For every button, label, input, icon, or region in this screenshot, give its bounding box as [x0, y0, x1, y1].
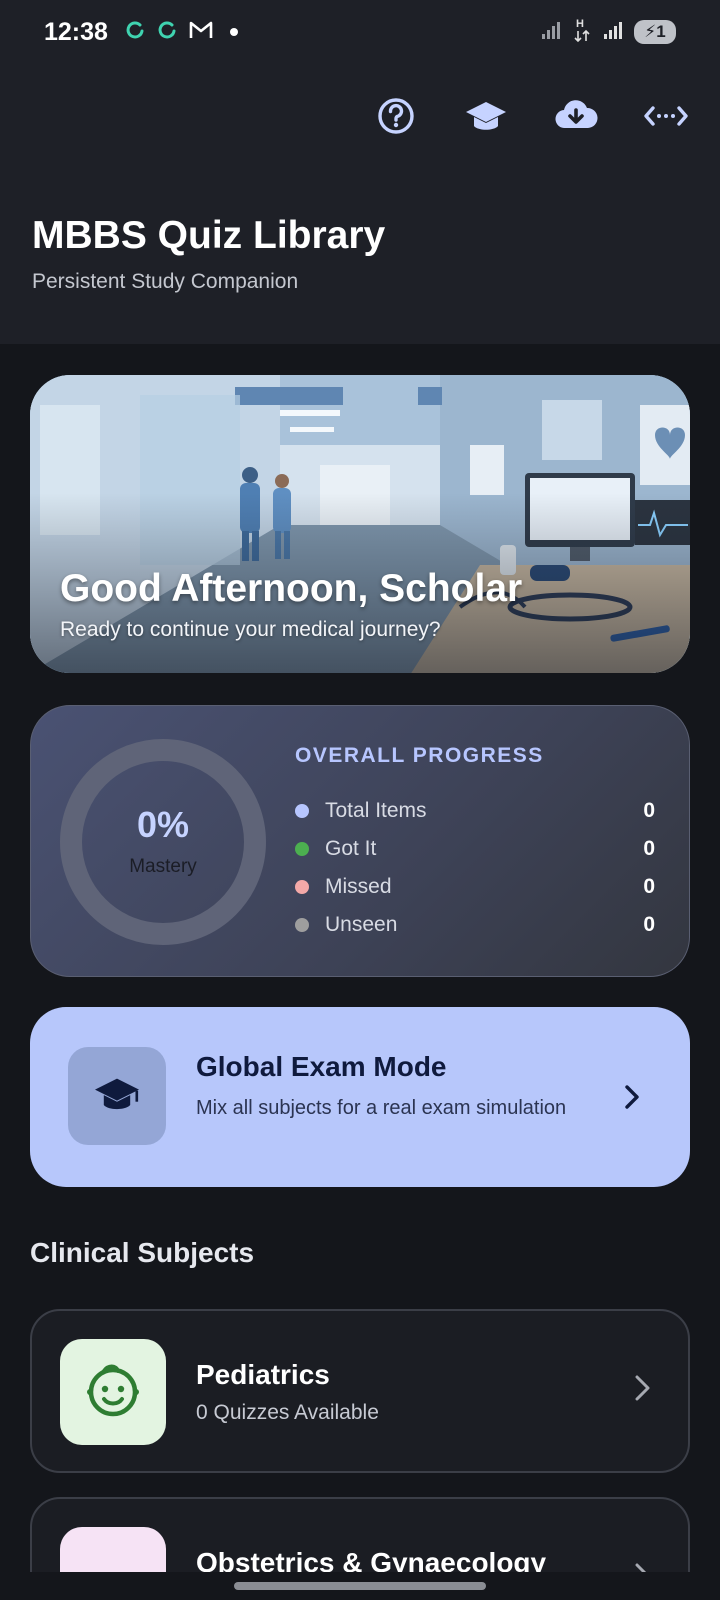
stat-unseen: Unseen 0: [295, 909, 655, 941]
stat-value: 0: [643, 799, 655, 822]
chevron-right-icon: [630, 1373, 654, 1408]
graduation-cap-icon: [91, 1072, 143, 1121]
stat-value: 0: [643, 837, 655, 860]
battery-charging-icon: ⚡: [644, 22, 657, 41]
courses-button[interactable]: [462, 94, 510, 142]
cloud-download-icon: [553, 96, 599, 141]
stat-label: Unseen: [325, 913, 398, 936]
app-header: MBBS Quiz Library Persistent Study Compa…: [0, 64, 720, 344]
global-exam-mode-button[interactable]: Global Exam Mode Mix all subjects for a …: [30, 1007, 690, 1187]
stat-value: 0: [643, 875, 655, 898]
stat-label: Total Items: [325, 799, 427, 822]
toolbar: [372, 94, 690, 142]
stat-value: 0: [643, 913, 655, 936]
home-indicator[interactable]: [234, 1582, 486, 1590]
stat-missed: Missed 0: [295, 871, 655, 903]
app-screen: 12:38 H ⚡ 1 MBBS Quiz Library Persistent…: [0, 0, 720, 1600]
svg-text:H: H: [576, 18, 584, 30]
hero-banner: Good Afternoon, Scholar Ready to continu…: [30, 375, 690, 673]
developer-button[interactable]: [642, 94, 690, 142]
chevron-right-icon: [620, 1083, 644, 1116]
graduation-cap-icon: [464, 96, 508, 141]
subject-quiz-count: 0 Quizzes Available: [196, 1401, 379, 1424]
subject-name: Pediatrics: [196, 1359, 330, 1390]
stat-total-items: Total Items 0: [295, 795, 655, 827]
help-button[interactable]: [372, 94, 420, 142]
battery-icon: ⚡ 1: [634, 20, 676, 44]
page-subtitle: Persistent Study Companion: [32, 270, 299, 293]
greeting-text: Good Afternoon, Scholar: [60, 567, 523, 610]
status-bar: 12:38 H ⚡ 1: [0, 0, 720, 64]
battery-level: 1: [656, 22, 666, 41]
sync-icon: [156, 19, 178, 46]
legend-dot: [295, 804, 309, 818]
page-title: MBBS Quiz Library: [32, 214, 386, 257]
signal-icon: [540, 19, 562, 46]
signal-icon: [602, 19, 624, 46]
subject-icon-container: [60, 1339, 166, 1445]
stat-label: Got It: [325, 837, 377, 860]
help-icon: [376, 96, 416, 141]
overall-progress-card: 0% Mastery OVERALL PROGRESS Total Items …: [30, 705, 690, 977]
greeting-subtitle: Ready to continue your medical journey?: [60, 618, 441, 641]
stat-got-it: Got It 0: [295, 833, 655, 865]
gmail-icon: [188, 19, 214, 46]
exam-mode-description: Mix all subjects for a real exam simulat…: [196, 1097, 567, 1119]
download-button[interactable]: [552, 94, 600, 142]
mastery-label: Mastery: [129, 856, 197, 877]
legend-dot: [295, 918, 309, 932]
exam-icon-container: [68, 1047, 166, 1145]
notification-dot: [229, 28, 238, 36]
progress-title: OVERALL PROGRESS: [295, 744, 544, 767]
legend-dot: [295, 842, 309, 856]
mastery-percent: 0%: [136, 804, 190, 845]
sync-icon: [124, 19, 146, 46]
baby-face-icon: [84, 1361, 142, 1424]
stat-label: Missed: [325, 875, 392, 898]
code-arrows-icon: [643, 96, 689, 141]
exam-mode-title: Global Exam Mode: [196, 1051, 447, 1082]
legend-dot: [295, 880, 309, 894]
data-activity-icon: H: [572, 16, 592, 49]
section-title-clinical-subjects: Clinical Subjects: [30, 1237, 255, 1268]
subject-card-pediatrics[interactable]: Pediatrics 0 Quizzes Available: [30, 1309, 690, 1473]
status-time: 12:38: [44, 17, 108, 46]
